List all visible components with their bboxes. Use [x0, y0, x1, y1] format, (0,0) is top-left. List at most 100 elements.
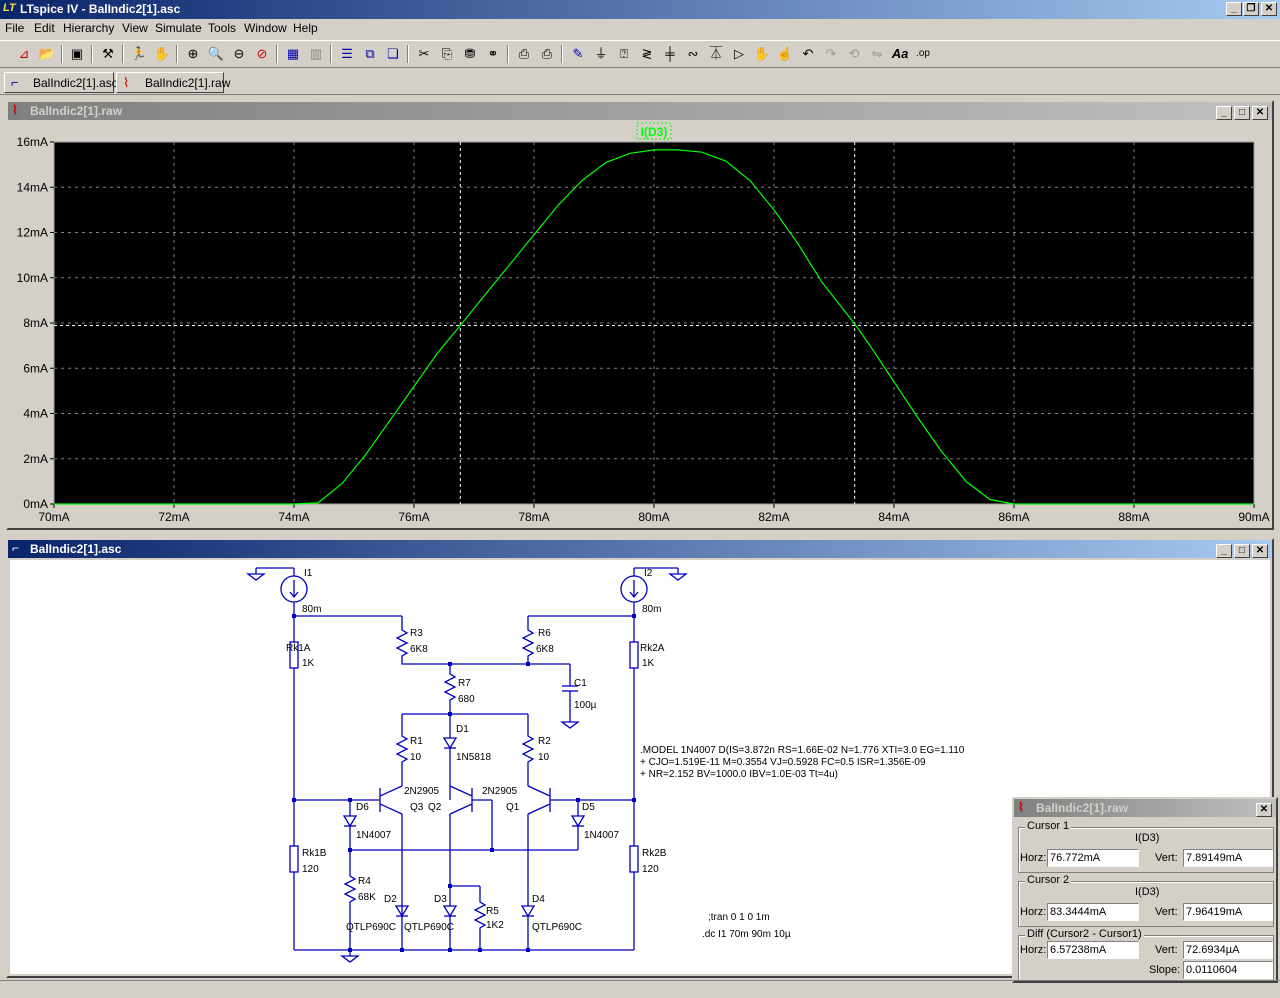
x-tick-label: 88mA	[1118, 510, 1149, 524]
label-icon[interactable]: ⍰	[614, 44, 634, 64]
menu-tools[interactable]: Tools	[208, 21, 236, 35]
menu-file[interactable]: File	[5, 21, 24, 35]
move-icon[interactable]: ✋	[752, 44, 772, 64]
menu-hierarchy[interactable]: Hierarchy	[63, 21, 114, 35]
label-d3: D3	[434, 894, 447, 905]
label-i2: I2	[644, 568, 653, 579]
trace-label[interactable]: I(D3)	[641, 125, 668, 139]
maximize-button[interactable]: □	[1234, 544, 1250, 558]
toolbar: ⊿ 📂 ▣ ⚒ 🏃 ✋ ⊕ 🔍 ⊖ ⊘ ▦ ▥ ☰ ⧉ ❏ ✂ ⎘ ⛃ ⚭ ⎙ …	[0, 40, 1280, 68]
diff-horz-field[interactable]: 6.57238mA	[1047, 941, 1139, 959]
save-icon[interactable]: ▣	[67, 44, 87, 64]
tab-schematic[interactable]: ⌐ BalIndic2[1].asc	[4, 72, 118, 93]
minimize-button[interactable]: _	[1216, 106, 1232, 120]
cursor-window-title: BalIndic2[1].raw	[1036, 801, 1129, 815]
label-q1: Q1	[506, 802, 520, 813]
tile-vertical-icon[interactable]: ⧉	[360, 44, 380, 64]
value-rk2b: 120	[642, 864, 659, 875]
label-q3: Q3	[410, 802, 424, 813]
waveform-plot[interactable]: 70mA 72mA 74mA 76mA 78mA 80mA 82mA 84mA 86mA 88mA…	[8, 120, 1272, 528]
schematic-icon: ⌐	[11, 75, 19, 90]
label-q2: Q2	[428, 802, 442, 813]
menu-help[interactable]: Help	[293, 21, 318, 35]
diff-group: Diff (Cursor2 - Cursor1) Horz: 6.57238mA…	[1018, 928, 1274, 981]
menu-window[interactable]: Window	[244, 21, 287, 35]
zoom-in-icon[interactable]: ⊕	[183, 44, 203, 64]
minimize-button[interactable]: _	[1226, 2, 1242, 16]
print-setup-icon[interactable]: ⎙	[514, 44, 534, 64]
menu-simulate[interactable]: Simulate	[155, 21, 202, 35]
schematic-window-titlebar[interactable]: ⌐ BalIndic2[1].asc _ □ ✕	[8, 540, 1272, 558]
x-tick-label: 74mA	[278, 510, 309, 524]
zoom-out-icon[interactable]: ⊖	[229, 44, 249, 64]
close-button[interactable]: ✕	[1252, 106, 1268, 120]
label-d4: D4	[532, 894, 545, 905]
component-icon[interactable]: ▷	[729, 44, 749, 64]
mirror-icon[interactable]: ⇋	[867, 44, 887, 64]
cursor1-horz-field[interactable]: 76.772mA	[1047, 849, 1139, 867]
label-r3: R3	[410, 628, 423, 639]
x-tick-label: 80mA	[638, 510, 669, 524]
close-button[interactable]: ✕	[1252, 544, 1268, 558]
run-icon[interactable]: 🏃	[129, 44, 149, 64]
value-r2: 10	[538, 752, 550, 763]
drag-icon[interactable]: ☝	[775, 44, 795, 64]
menu-view[interactable]: View	[122, 21, 148, 35]
cursor1-group: Cursor 1 I(D3) Horz: 76.772mA Vert: 7.89…	[1018, 820, 1274, 873]
app-title-bar[interactable]: LT LTspice IV - BalIndic2[1].asc _ ❐ ✕	[0, 0, 1280, 19]
value-r4: 68K	[358, 892, 376, 903]
waveform-window-titlebar[interactable]: ⌇ BalIndic2[1].raw _ □ ✕	[8, 102, 1272, 120]
copy-icon[interactable]: ⎘	[437, 44, 457, 64]
menu-edit[interactable]: Edit	[34, 21, 55, 35]
cascade-icon[interactable]: ❏	[383, 44, 403, 64]
wire-icon[interactable]: ✎	[568, 44, 588, 64]
capacitor-icon[interactable]: ╪	[660, 44, 680, 64]
autorange-icon[interactable]: ▦	[283, 44, 303, 64]
type-q1: 2N2905	[482, 786, 517, 797]
cursor-window[interactable]: ⌇ BalIndic2[1].raw ✕ Cursor 1 I(D3) Horz…	[1012, 797, 1278, 983]
open-icon[interactable]: 📂	[37, 44, 57, 64]
close-button[interactable]: ✕	[1261, 2, 1277, 16]
ground-icon[interactable]: ⏚	[591, 44, 611, 64]
rotate-icon[interactable]: ⟲	[844, 44, 864, 64]
inductor-icon[interactable]: ∾	[683, 44, 703, 64]
cursor1-vert-field[interactable]: 7.89149mA	[1183, 849, 1273, 867]
undo-icon[interactable]: ↶	[798, 44, 818, 64]
auto-y-icon[interactable]: ▥	[306, 44, 326, 64]
label-rk2b: Rk2B	[642, 848, 667, 859]
waveform-window[interactable]: ⌇ BalIndic2[1].raw _ □ ✕ 70mA 72mA 74mA 76mA 7…	[6, 100, 1274, 530]
spice-directive-icon[interactable]: .op	[913, 44, 933, 64]
cut-icon[interactable]: ✂	[414, 44, 434, 64]
restore-button[interactable]: ❐	[1243, 2, 1259, 16]
resistor-icon[interactable]: ≷	[637, 44, 657, 64]
value-r3: 6K8	[410, 644, 428, 655]
new-schematic-icon[interactable]: ⊿	[14, 44, 34, 64]
tile-horizontal-icon[interactable]: ☰	[337, 44, 357, 64]
cursor1-trace: I(D3)	[1135, 832, 1160, 844]
maximize-button[interactable]: □	[1234, 106, 1250, 120]
control-panel-icon[interactable]: ⚒	[98, 44, 118, 64]
halt-icon[interactable]: ✋	[152, 44, 172, 64]
zoom-pan-icon[interactable]: 🔍	[206, 44, 226, 64]
tab-waveform[interactable]: ⌇ BalIndic2[1].raw	[116, 72, 230, 93]
cursor-window-titlebar[interactable]: ⌇ BalIndic2[1].raw ✕	[1014, 799, 1276, 817]
waveform-icon: ⌇	[12, 103, 18, 117]
zoom-cancel-icon[interactable]: ⊘	[252, 44, 272, 64]
print-icon[interactable]: ⎙	[537, 44, 557, 64]
binoculars-icon[interactable]: ⚭	[483, 44, 503, 64]
redo-icon[interactable]: ↷	[821, 44, 841, 64]
diff-vert-field[interactable]: 72.6934µA	[1183, 941, 1273, 959]
waveform-icon: ⌇	[1018, 800, 1024, 814]
find-icon[interactable]: ⛃	[460, 44, 480, 64]
minimize-button[interactable]: _	[1216, 544, 1232, 558]
close-button[interactable]: ✕	[1256, 803, 1272, 817]
diff-slope-field[interactable]: 0.0110604	[1183, 961, 1273, 979]
tab-schematic-label: BalIndic2[1].asc	[33, 76, 118, 90]
diode-icon[interactable]: ⏄	[706, 44, 726, 64]
value-rk2a: 1K	[642, 658, 655, 669]
x-tick-label: 84mA	[878, 510, 909, 524]
cursor2-horz-field[interactable]: 83.3444mA	[1047, 903, 1139, 921]
y-tick-label: 14mA	[17, 180, 48, 194]
cursor2-vert-field[interactable]: 7.96419mA	[1183, 903, 1273, 921]
text-icon[interactable]: Aa	[890, 44, 910, 64]
